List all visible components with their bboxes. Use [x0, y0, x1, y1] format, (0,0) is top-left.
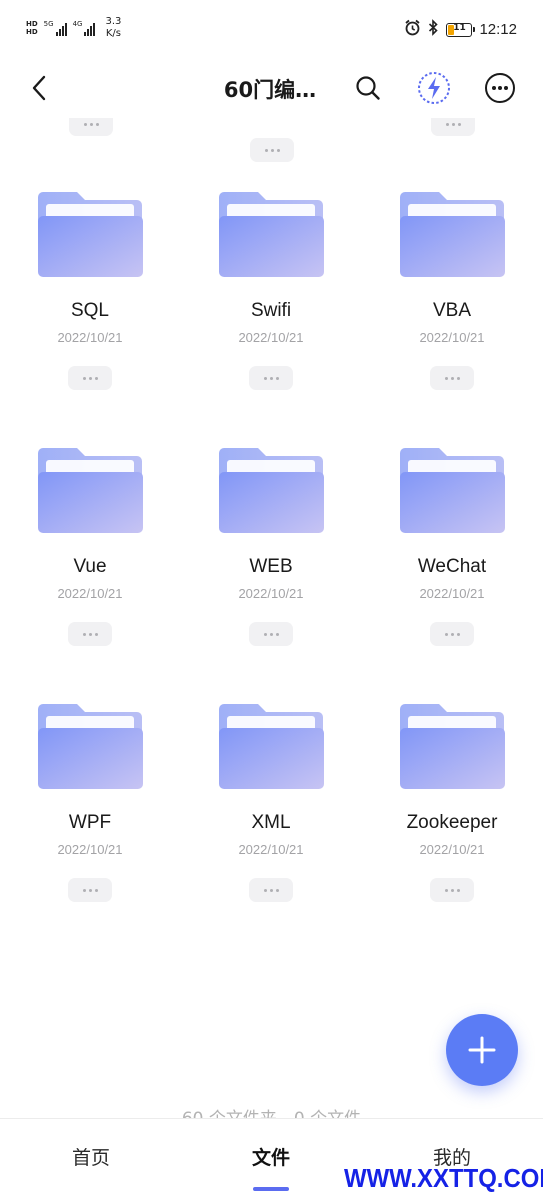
folder-name: WeChat — [417, 556, 487, 577]
folder-icon — [37, 702, 143, 790]
folder-item[interactable]: Vue 2022/10/21 — [0, 446, 180, 702]
alarm-icon — [404, 19, 421, 40]
folder-date: 2022/10/21 — [57, 330, 123, 345]
back-button[interactable] — [22, 70, 58, 106]
more-button[interactable] — [482, 70, 518, 106]
folder-more-button[interactable] — [430, 622, 474, 646]
folder-icon — [37, 190, 143, 278]
folder-name: Vue — [73, 556, 107, 577]
sim2-label: HD — [26, 28, 38, 36]
lightning-icon — [418, 72, 450, 104]
network-speed: 3.3 K/s — [105, 16, 121, 40]
speed-unit: K/s — [105, 28, 121, 39]
folder-icon — [37, 446, 143, 534]
folder-date: 2022/10/21 — [57, 586, 123, 601]
folder-name: Swifi — [250, 300, 292, 321]
folder-item[interactable]: XML 2022/10/21 — [181, 702, 361, 958]
folder-name: VBA — [432, 300, 472, 321]
status-left: HD HD 5G 4G 3.3 K/s — [26, 16, 121, 40]
folder-more-button[interactable] — [68, 878, 112, 902]
quick-transfer-button[interactable] — [416, 70, 452, 106]
folder-more-button[interactable] — [430, 366, 474, 390]
network2-label: 4G — [72, 20, 83, 28]
sim-indicator: HD HD — [26, 20, 38, 36]
folder-name: Zookeeper — [406, 812, 498, 833]
battery-level: 11 — [453, 22, 466, 33]
folder-more-button[interactable] — [69, 118, 113, 136]
add-button[interactable] — [446, 1014, 518, 1086]
folder-more-button[interactable] — [249, 622, 293, 646]
folder-more-button[interactable] — [431, 118, 475, 136]
more-icon — [485, 73, 515, 103]
folder-name: SQL — [70, 300, 110, 321]
folder-item[interactable]: WPF 2022/10/21 — [0, 702, 180, 958]
folder-item[interactable]: VBA 2022/10/21 — [362, 190, 542, 446]
folder-icon — [399, 702, 505, 790]
search-icon — [356, 76, 380, 100]
folder-date: 2022/10/21 — [238, 586, 304, 601]
tab-files[interactable]: 文件 — [201, 1143, 341, 1170]
plus-icon — [468, 1036, 496, 1064]
folder-name: XML — [251, 812, 291, 833]
folder-name: WEB — [249, 556, 293, 577]
folder-grid: SQL 2022/10/21 Swifi 2022/10/21 VBA 2022/10/2… — [0, 118, 543, 1118]
battery-icon: 11 — [446, 22, 476, 37]
sim1-label: HD — [26, 20, 38, 28]
folder-item[interactable]: Zookeeper 2022/10/21 — [362, 702, 542, 958]
folder-more-button[interactable] — [68, 622, 112, 646]
folder-date: 2022/10/21 — [419, 330, 485, 345]
folder-more-button[interactable] — [250, 138, 294, 162]
clock: 12:12 — [479, 21, 517, 38]
folder-item[interactable]: SQL 2022/10/21 — [0, 190, 180, 446]
folder-icon — [218, 446, 324, 534]
folder-icon — [218, 190, 324, 278]
folder-item[interactable]: Swifi 2022/10/21 — [181, 190, 361, 446]
page-title: 60门编… — [223, 78, 317, 102]
status-right: 11 12:12 — [404, 19, 517, 40]
tab-home[interactable]: 首页 — [21, 1143, 161, 1170]
signal-icon-2: 4G — [73, 20, 96, 36]
search-button[interactable] — [350, 70, 386, 106]
folder-date: 2022/10/21 — [238, 330, 304, 345]
folder-name: WPF — [68, 812, 112, 833]
folder-more-button[interactable] — [68, 366, 112, 390]
folder-icon — [218, 702, 324, 790]
signal-icon: 5G — [44, 20, 67, 36]
folder-date: 2022/10/21 — [419, 586, 485, 601]
watermark: WWW.XXTTQ.COM — [344, 1163, 543, 1193]
folder-more-button[interactable] — [249, 878, 293, 902]
network1-label: 5G — [43, 20, 54, 28]
folder-icon — [399, 190, 505, 278]
folder-more-button[interactable] — [249, 366, 293, 390]
folder-more-button[interactable] — [430, 878, 474, 902]
active-tab-indicator — [253, 1187, 289, 1191]
title-bar: 60门编… — [0, 58, 543, 118]
bluetooth-icon — [428, 19, 439, 40]
folder-date: 2022/10/21 — [238, 842, 304, 857]
speed-value: 3.3 — [105, 16, 122, 27]
folder-date: 2022/10/21 — [419, 842, 485, 857]
folder-item[interactable]: WEB 2022/10/21 — [181, 446, 361, 702]
folder-icon — [399, 446, 505, 534]
folder-date: 2022/10/21 — [57, 842, 123, 857]
chevron-left-icon — [32, 75, 46, 101]
status-bar: HD HD 5G 4G 3.3 K/s 11 12:12 — [0, 0, 543, 58]
folder-item[interactable]: WeChat 2022/10/21 — [362, 446, 542, 702]
